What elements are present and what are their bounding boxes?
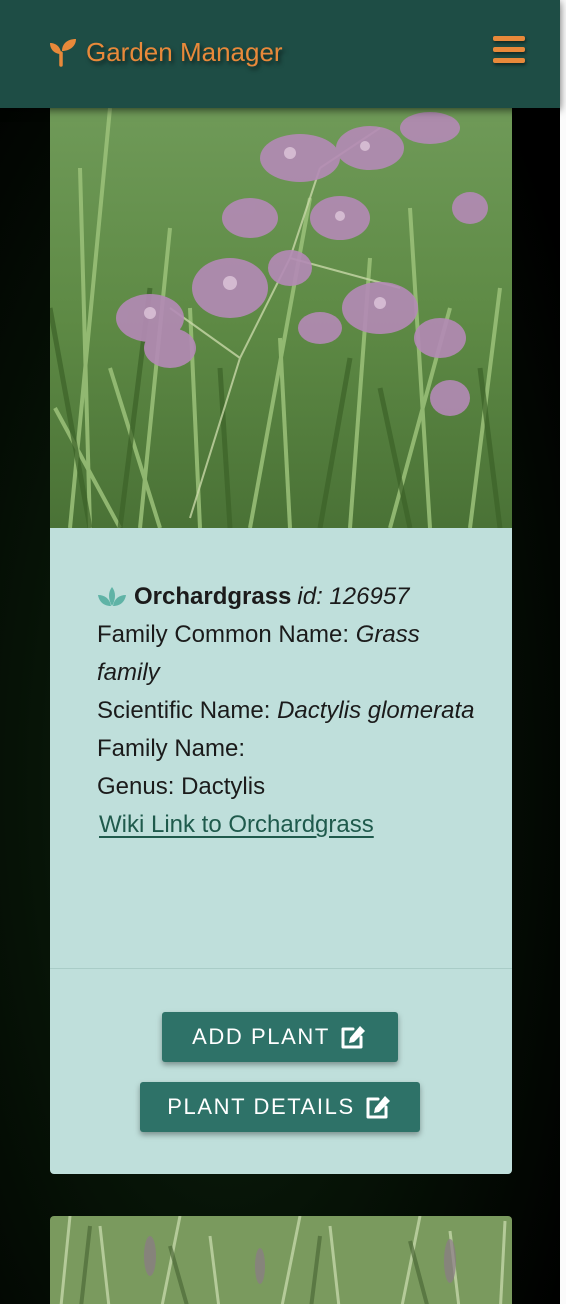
family-name-label: Family Name: — [97, 735, 246, 762]
brand-name: Garden Manager — [86, 36, 283, 67]
genus-value: Dactylis — [181, 773, 266, 800]
next-plant-card — [50, 1216, 512, 1304]
plant-title: Orchardgrass id: 126957 — [97, 578, 477, 616]
brand-link[interactable]: Garden Manager — [48, 34, 283, 70]
genus-row: Genus: Dactylis — [97, 768, 477, 806]
spa-lotus-icon — [98, 587, 126, 606]
page-scrollbar[interactable] — [560, 0, 566, 1304]
scientific-name-value: Dactylis glomerata — [277, 697, 475, 724]
add-plant-label: ADD PLANT — [192, 1024, 330, 1049]
plant-common-name: Orchardgrass — [134, 583, 292, 610]
genus-label: Genus: — [97, 773, 175, 800]
navbar: Garden Manager — [0, 0, 560, 108]
plant-card: Orchardgrass id: 126957 Family Common Na… — [50, 108, 512, 1174]
edit-icon — [366, 1096, 390, 1119]
plant-id: id: 126957 — [297, 583, 410, 610]
next-plant-photo — [50, 1216, 512, 1304]
edit-icon — [341, 1026, 365, 1049]
scientific-name-row: Scientific Name: Dactylis glomerata — [97, 692, 477, 730]
family-name-row: Family Name: — [97, 730, 477, 768]
plant-info: Orchardgrass id: 126957 Family Common Na… — [97, 578, 477, 844]
plant-details-label: PLANT DETAILS — [167, 1094, 355, 1119]
wiki-link[interactable]: Wiki Link to Orchardgrass — [99, 806, 374, 844]
scientific-name-label: Scientific Name: — [97, 697, 271, 724]
add-plant-button[interactable]: ADD PLANT — [162, 1012, 398, 1062]
card-divider — [50, 968, 512, 969]
plant-details-button[interactable]: PLANT DETAILS — [140, 1082, 420, 1132]
family-common-name-row: Family Common Name: Grass family — [97, 616, 477, 692]
plant-photo — [50, 108, 512, 528]
family-common-name-label: Family Common Name: — [97, 621, 350, 648]
hamburger-menu-icon[interactable] — [493, 36, 525, 68]
seedling-icon — [50, 39, 76, 67]
